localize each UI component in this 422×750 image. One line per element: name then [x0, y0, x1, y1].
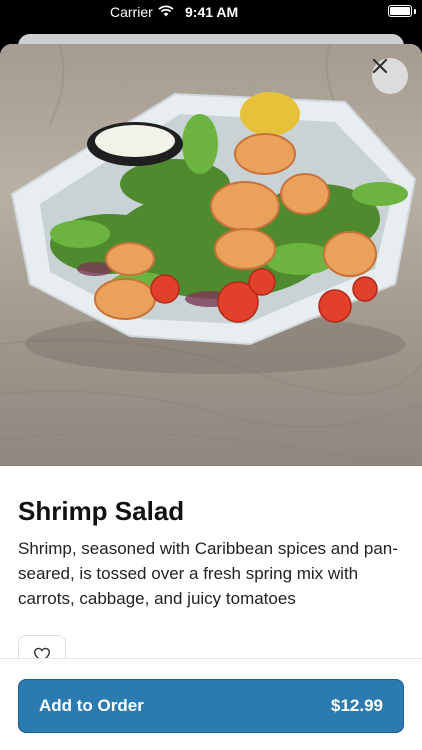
item-detail-sheet: Shrimp Salad Shrimp, seasoned with Carib… [0, 44, 422, 750]
clock-label: 9:41 AM [185, 4, 239, 20]
add-to-order-button[interactable]: Add to Order $12.99 [18, 679, 404, 733]
wifi-icon [158, 5, 174, 17]
carrier-label: Carrier [110, 4, 153, 20]
item-price: $12.99 [331, 696, 383, 715]
close-icon [372, 58, 388, 74]
status-bar: Carrier 9:41 AM [0, 0, 422, 24]
battery-icon [388, 5, 412, 17]
item-photo [0, 44, 422, 466]
close-button[interactable] [372, 58, 408, 94]
item-description: Shrimp, seasoned with Caribbean spices a… [18, 539, 398, 608]
order-footer: Add to Order $12.99 [0, 658, 422, 750]
battery-cap [414, 9, 416, 14]
salad-illustration [0, 44, 422, 462]
add-to-order-label: Add to Order [39, 696, 144, 715]
item-title: Shrimp Salad [18, 496, 185, 526]
